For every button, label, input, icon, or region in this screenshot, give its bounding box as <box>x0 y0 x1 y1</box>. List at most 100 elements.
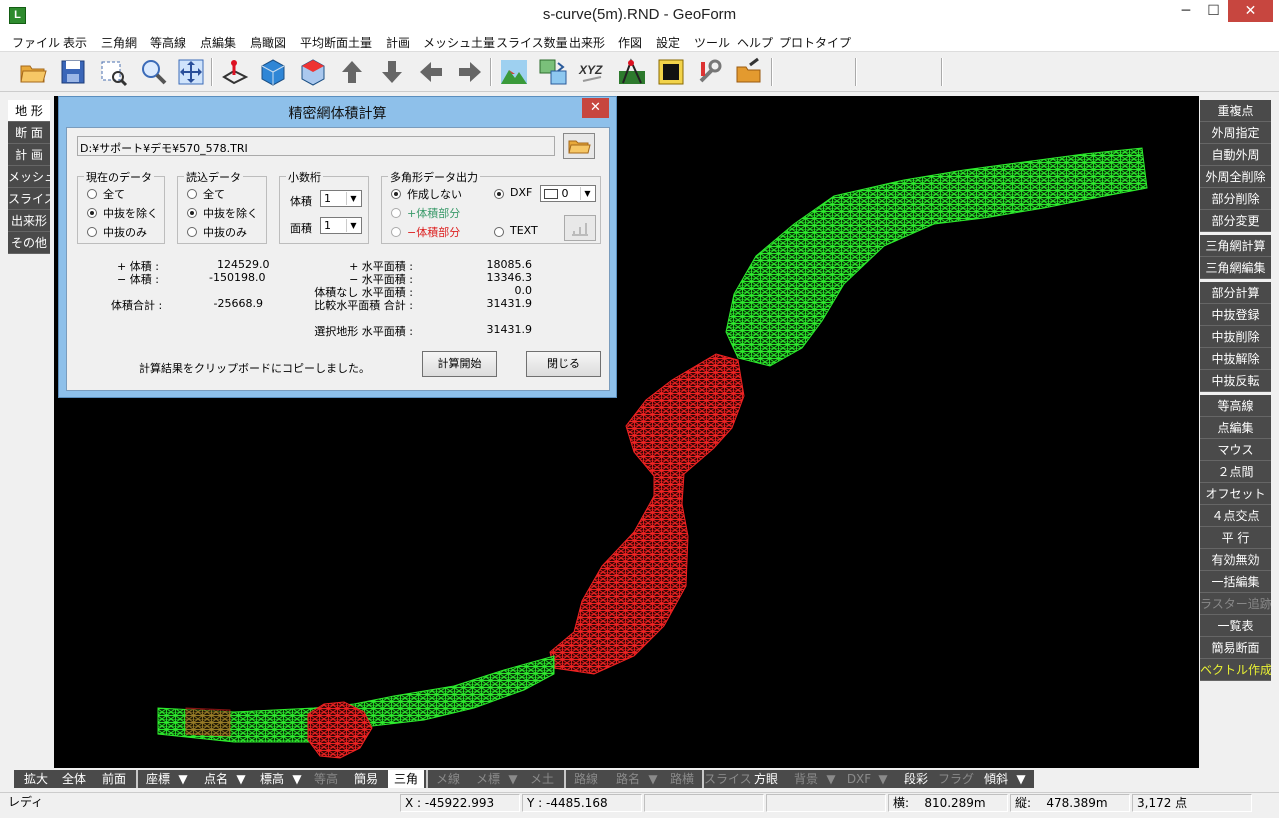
cmd-triangle-compute[interactable]: 三角網計算 <box>1200 235 1271 257</box>
cmd-hole-release[interactable]: 中抜解除 <box>1200 348 1271 370</box>
decimals-volume-select[interactable]: 1 ▼ <box>320 190 362 207</box>
dxf-color-select[interactable]: 0 ▼ <box>540 185 596 202</box>
rotate-view-icon[interactable] <box>220 57 250 87</box>
menu-settings[interactable]: 設定 <box>656 34 680 51</box>
elevation-dropdown-icon[interactable]: ▼ <box>290 770 304 788</box>
decimals-area-select[interactable]: 1 ▼ <box>320 217 362 234</box>
cmd-duplicate-points[interactable]: 重複点 <box>1200 100 1271 122</box>
cmd-triangle-edit[interactable]: 三角網編集 <box>1200 257 1271 279</box>
arrow-up-icon[interactable] <box>337 57 367 87</box>
minimize-button[interactable]: ─ <box>1173 0 1199 22</box>
view-zoom-button[interactable]: 拡大 <box>18 770 54 788</box>
menu-prototype[interactable]: プロトタイプ <box>779 34 851 51</box>
convert-icon[interactable] <box>538 57 568 87</box>
cmd-parallel[interactable]: 平 行 <box>1200 527 1271 549</box>
close-dialog-button[interactable]: 閉じる <box>526 351 601 377</box>
color-band-toggle[interactable]: 段彩 <box>898 770 934 788</box>
cmd-boundary-delete-all[interactable]: 外周全削除 <box>1200 166 1271 188</box>
current-all-radio[interactable] <box>87 189 97 199</box>
frame-icon[interactable] <box>656 57 686 87</box>
point-name-toggle[interactable]: 点名 <box>198 770 234 788</box>
grid-toggle[interactable]: 方眼 <box>748 770 784 788</box>
cmd-hole-delete[interactable]: 中抜削除 <box>1200 326 1271 348</box>
export-folder-icon[interactable] <box>734 57 764 87</box>
slope-dropdown-icon[interactable]: ▼ <box>1014 770 1028 788</box>
menu-finish[interactable]: 出来形 <box>569 34 605 51</box>
start-calc-button[interactable]: 計算開始 <box>422 351 497 377</box>
survey-icon[interactable] <box>617 57 647 87</box>
browse-folder-icon[interactable] <box>563 133 595 159</box>
cmd-hole-invert[interactable]: 中抜反転 <box>1200 370 1271 392</box>
loaded-hole-only-radio[interactable] <box>187 227 197 237</box>
cmd-offset[interactable]: オフセット <box>1200 483 1271 505</box>
tab-mesh[interactable]: メッシュ <box>8 166 50 188</box>
menu-tools[interactable]: ツール <box>694 34 730 51</box>
cmd-contour[interactable]: 等高線 <box>1200 395 1271 417</box>
zoom-icon[interactable] <box>138 57 168 87</box>
triangle-toggle[interactable]: 三角 <box>388 770 424 788</box>
arrow-down-icon[interactable] <box>377 57 407 87</box>
fit-view-icon[interactable] <box>176 57 206 87</box>
loaded-exclude-hole-radio[interactable] <box>187 208 197 218</box>
dialog-close-button[interactable]: ✕ <box>582 98 609 118</box>
menu-plan[interactable]: 計画 <box>386 34 410 51</box>
polygon-dxf-radio[interactable] <box>494 189 504 199</box>
menu-help[interactable]: ヘルプ <box>737 34 773 51</box>
view-all-button[interactable]: 全体 <box>56 770 92 788</box>
tab-other[interactable]: その他 <box>8 232 50 254</box>
menu-avg-section[interactable]: 平均断面土量 <box>300 34 372 51</box>
close-button[interactable]: ✕ <box>1228 0 1273 22</box>
polygon-none-radio[interactable] <box>391 189 401 199</box>
menu-birdseye[interactable]: 鳥瞰図 <box>250 34 286 51</box>
menu-draw[interactable]: 作図 <box>618 34 642 51</box>
tab-finish[interactable]: 出来形 <box>8 210 50 232</box>
cmd-vector-create[interactable]: ベクトル作成 <box>1200 659 1271 681</box>
cmd-mouse[interactable]: マウス <box>1200 439 1271 461</box>
current-hole-only-radio[interactable] <box>87 227 97 237</box>
slope-toggle[interactable]: 傾斜 <box>978 770 1014 788</box>
simple-toggle[interactable]: 簡易 <box>348 770 384 788</box>
coord-toggle[interactable]: 座標 <box>140 770 176 788</box>
file-path-field[interactable]: D:¥サポート¥デモ¥570_578.TRI <box>77 136 555 156</box>
select-area-icon[interactable] <box>98 57 128 87</box>
cmd-hole-register[interactable]: 中抜登録 <box>1200 304 1271 326</box>
coord-dropdown-icon[interactable]: ▼ <box>176 770 190 788</box>
arrow-right-icon[interactable] <box>455 57 485 87</box>
loaded-all-radio[interactable] <box>187 189 197 199</box>
tab-section[interactable]: 断 面 <box>8 122 50 144</box>
tab-plan[interactable]: 計 画 <box>8 144 50 166</box>
tab-terrain[interactable]: 地 形 <box>8 100 50 122</box>
cmd-boundary-set[interactable]: 外周指定 <box>1200 122 1271 144</box>
cmd-auto-boundary[interactable]: 自動外周 <box>1200 144 1271 166</box>
polygon-text-radio[interactable] <box>494 227 504 237</box>
chevron-down-icon[interactable]: ▼ <box>580 187 594 200</box>
arrow-left-icon[interactable] <box>416 57 446 87</box>
cmd-enable-disable[interactable]: 有効無効 <box>1200 549 1271 571</box>
cmd-list[interactable]: 一覧表 <box>1200 615 1271 637</box>
open-folder-icon[interactable] <box>18 57 48 87</box>
cmd-partial-compute[interactable]: 部分計算 <box>1200 282 1271 304</box>
cmd-partial-delete[interactable]: 部分削除 <box>1200 188 1271 210</box>
menu-contour[interactable]: 等高線 <box>150 34 186 51</box>
point-name-dropdown-icon[interactable]: ▼ <box>234 770 248 788</box>
tools-icon[interactable] <box>695 57 725 87</box>
terrain-icon[interactable] <box>499 57 529 87</box>
save-icon[interactable] <box>58 57 88 87</box>
menu-view[interactable]: 表示 <box>63 34 87 51</box>
current-exclude-hole-radio[interactable] <box>87 208 97 218</box>
menu-triangle[interactable]: 三角網 <box>101 34 137 51</box>
cmd-two-points[interactable]: ２点間 <box>1200 461 1271 483</box>
cube-red-icon[interactable] <box>298 57 328 87</box>
maximize-button[interactable]: ☐ <box>1200 0 1227 22</box>
menu-mesh[interactable]: メッシュ土量 <box>423 34 495 51</box>
elevation-toggle[interactable]: 標高 <box>254 770 290 788</box>
cmd-partial-change[interactable]: 部分変更 <box>1200 210 1271 232</box>
cmd-bulk-edit[interactable]: 一括編集 <box>1200 571 1271 593</box>
tab-slice[interactable]: スライス <box>8 188 50 210</box>
menu-file[interactable]: ファイル <box>12 34 60 51</box>
chevron-down-icon[interactable]: ▼ <box>346 192 360 205</box>
menu-slice[interactable]: スライス数量 <box>496 34 568 51</box>
cmd-point-edit[interactable]: 点編集 <box>1200 417 1271 439</box>
chevron-down-icon[interactable]: ▼ <box>346 219 360 232</box>
cmd-four-point-intersect[interactable]: ４点交点 <box>1200 505 1271 527</box>
